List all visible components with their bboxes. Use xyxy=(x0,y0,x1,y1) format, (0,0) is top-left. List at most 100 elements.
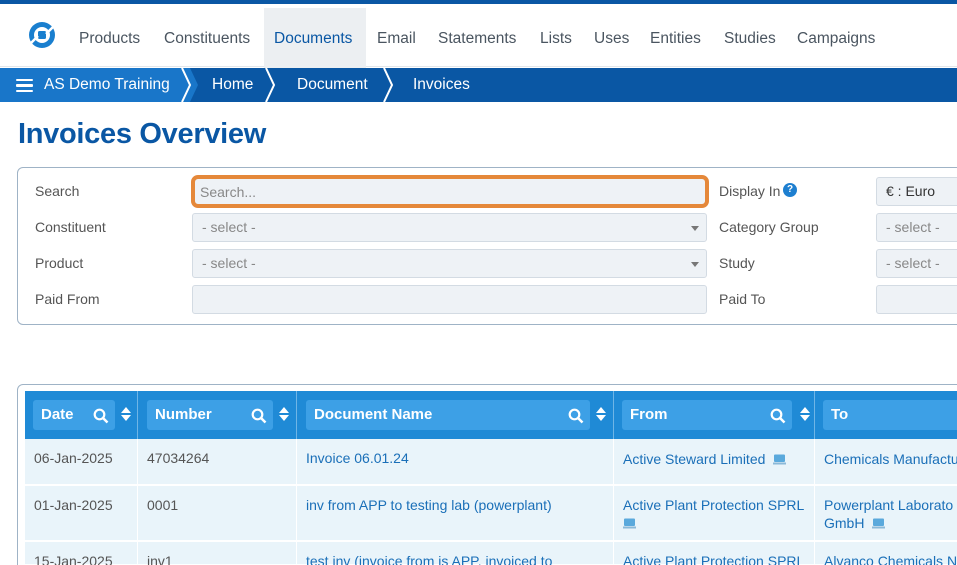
paid-from-field[interactable] xyxy=(192,285,707,314)
column-divider xyxy=(613,486,614,541)
display-in-select[interactable]: € : Euro xyxy=(876,177,957,206)
column-filter-date[interactable]: Date xyxy=(33,400,115,430)
constituent-select[interactable]: - select - xyxy=(192,213,707,242)
paid-to-label: Paid To xyxy=(719,291,766,307)
display-in-select-value: € : Euro xyxy=(886,183,936,199)
column-header-document-name: Document Name xyxy=(297,391,614,439)
cell-to: Powerplant Laborato GmbH xyxy=(824,486,953,532)
help-icon[interactable]: ? xyxy=(783,183,797,197)
column-filter-number[interactable]: Number xyxy=(147,400,273,430)
to-link-continued[interactable]: GmbH xyxy=(824,515,864,531)
app-logo-icon[interactable] xyxy=(28,21,56,49)
search-icon[interactable] xyxy=(251,408,267,424)
breadcrumb: AS Demo Training Home Document Invoices xyxy=(0,68,957,102)
document-link[interactable]: inv from APP to testing lab (powerplant) xyxy=(306,486,552,514)
computer-icon[interactable] xyxy=(872,518,886,529)
chevron-down-icon xyxy=(691,226,699,231)
nav-entities[interactable]: Entities xyxy=(640,8,711,70)
cell-number: 47034264 xyxy=(147,450,210,466)
search-input[interactable] xyxy=(195,179,705,204)
column-title-date: Date xyxy=(41,406,74,423)
search-field[interactable] xyxy=(191,175,709,208)
table-row[interactable]: 01-Jan-2025 0001 inv from APP to testing… xyxy=(25,486,957,541)
column-divider xyxy=(613,439,614,485)
table-row[interactable]: 15-Jan-2025 inv1 test inv (invoice from … xyxy=(25,542,957,565)
cell-date: 06-Jan-2025 xyxy=(34,450,113,466)
to-link[interactable]: Alvanco Chemicals N xyxy=(824,542,957,565)
chevron-down-icon xyxy=(691,262,699,267)
cell-number: inv1 xyxy=(147,553,173,565)
breadcrumb-item-invoices: Invoices xyxy=(413,76,470,93)
table-header: Date Number Document Name From To xyxy=(25,391,957,439)
breadcrumb-separator-icon xyxy=(180,68,198,102)
display-in-label: Display In xyxy=(719,183,781,199)
product-select[interactable]: - select - xyxy=(192,249,707,278)
nav-documents[interactable]: Documents xyxy=(264,8,366,70)
column-header-number: Number xyxy=(138,391,297,439)
category-group-select-value: - select - xyxy=(886,219,940,235)
column-title-number: Number xyxy=(155,406,212,423)
sort-icon[interactable] xyxy=(800,407,810,423)
category-group-label: Category Group xyxy=(719,219,819,235)
column-divider xyxy=(296,439,297,485)
search-icon[interactable] xyxy=(770,408,786,424)
menu-icon[interactable] xyxy=(16,79,33,93)
nav-lists[interactable]: Lists xyxy=(530,8,582,70)
sort-icon[interactable] xyxy=(121,407,131,423)
column-header-date: Date xyxy=(25,391,138,439)
from-link[interactable]: Active Steward Limited xyxy=(623,451,765,467)
study-select[interactable]: - select - xyxy=(876,249,957,278)
cell-number: 0001 xyxy=(147,497,179,513)
breadcrumb-item-workspace[interactable]: AS Demo Training xyxy=(44,68,170,102)
to-link[interactable]: Chemicals Manufactu xyxy=(824,439,957,468)
product-select-value: - select - xyxy=(202,255,256,271)
column-divider xyxy=(814,542,815,565)
column-header-to: To xyxy=(815,391,957,439)
category-group-select[interactable]: - select - xyxy=(876,213,957,242)
nav-email[interactable]: Email xyxy=(367,8,426,70)
column-divider xyxy=(613,542,614,565)
nav-campaigns[interactable]: Campaigns xyxy=(787,8,885,70)
column-filter-document-name[interactable]: Document Name xyxy=(306,400,590,430)
cell-from: Active Steward Limited xyxy=(623,439,787,468)
cell-date: 15-Jan-2025 xyxy=(34,553,113,565)
nav-statements[interactable]: Statements xyxy=(428,8,526,70)
breadcrumb-item-document[interactable]: Document xyxy=(297,68,368,102)
nav-uses[interactable]: Uses xyxy=(584,8,639,70)
computer-icon[interactable] xyxy=(623,518,636,529)
sort-icon[interactable] xyxy=(596,407,606,423)
search-label: Search xyxy=(35,183,80,199)
computer-icon[interactable] xyxy=(773,454,787,465)
breadcrumb-separator-icon xyxy=(265,68,276,102)
search-icon[interactable] xyxy=(568,408,584,424)
column-divider xyxy=(137,542,138,565)
top-navigation: Products Constituents Documents Email St… xyxy=(0,0,957,70)
document-link[interactable]: test inv (invoice from is APP, invoiced … xyxy=(306,542,552,565)
column-title-to: To xyxy=(831,406,849,423)
column-divider xyxy=(814,486,815,541)
nav-products[interactable]: Products xyxy=(69,8,150,70)
nav-studies[interactable]: Studies xyxy=(714,8,786,70)
breadcrumb-item-home[interactable]: Home xyxy=(212,68,253,102)
search-icon[interactable] xyxy=(93,408,109,424)
page-title: Invoices Overview xyxy=(18,118,266,150)
table-row[interactable]: 06-Jan-2025 47034264 Invoice 06.01.24 Ac… xyxy=(25,439,957,485)
column-filter-to[interactable]: To xyxy=(823,400,957,430)
column-divider xyxy=(137,486,138,541)
constituent-select-value: - select - xyxy=(202,219,256,235)
from-link[interactable]: Active Plant Protection SPRL xyxy=(623,497,804,513)
sort-icon[interactable] xyxy=(279,407,289,423)
column-divider xyxy=(296,486,297,541)
cell-from: Active Plant Protection SPRL xyxy=(623,486,813,532)
to-link[interactable]: Powerplant Laborato xyxy=(824,497,953,513)
column-filter-from[interactable]: From xyxy=(622,400,792,430)
cell-date: 01-Jan-2025 xyxy=(34,497,113,513)
column-title-from: From xyxy=(630,406,668,423)
column-title-document-name: Document Name xyxy=(314,406,433,423)
column-header-from: From xyxy=(614,391,815,439)
document-link[interactable]: Invoice 06.01.24 xyxy=(306,439,409,467)
study-select-value: - select - xyxy=(886,255,940,271)
from-link[interactable]: Active Plant Protection SPRL xyxy=(623,542,804,565)
paid-to-field[interactable] xyxy=(876,285,957,314)
nav-constituents[interactable]: Constituents xyxy=(154,8,260,70)
